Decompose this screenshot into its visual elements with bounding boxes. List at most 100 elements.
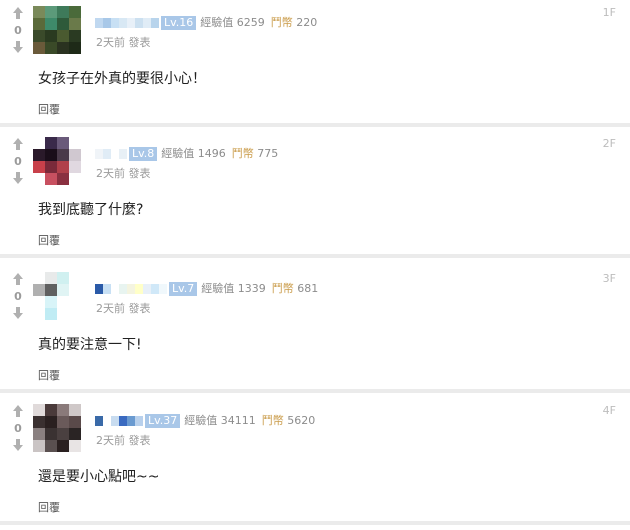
comment-text: 女孩子在外真的要很小心！	[38, 71, 206, 87]
vote-count: 0	[14, 290, 22, 303]
avatar-pixel	[69, 296, 81, 308]
avatar-pixel	[33, 308, 45, 320]
avatar-pixel	[33, 18, 45, 30]
avatar-pixel	[33, 272, 45, 284]
avatar-pixel	[45, 440, 57, 452]
username-blurred[interactable]	[95, 18, 159, 28]
avatar-pixel	[45, 149, 57, 161]
exp-value: 6259	[236, 16, 265, 29]
downvote-arrow-icon[interactable]	[9, 438, 27, 454]
exp-value: 1496	[197, 147, 226, 160]
username-blur-pixel	[127, 18, 135, 28]
username-blur-pixel	[103, 18, 111, 28]
downvote-arrow-icon[interactable]	[9, 306, 27, 322]
avatar[interactable]	[33, 272, 81, 320]
avatar-pixel	[45, 30, 57, 42]
vote-count: 0	[14, 155, 22, 168]
post-time-ago: 2天前	[96, 302, 125, 315]
avatar[interactable]	[33, 137, 81, 185]
avatar[interactable]	[33, 404, 81, 452]
level-badge: Lv.16	[161, 16, 197, 30]
username-blur-pixel	[119, 18, 127, 28]
comment-separator	[0, 521, 630, 525]
vote-control: 0	[9, 137, 27, 187]
avatar-pixel	[57, 308, 69, 320]
avatar-pixel	[45, 404, 57, 416]
exp-label: 經驗值	[200, 16, 234, 29]
avatar-pixel	[45, 308, 57, 320]
avatar-pixel	[57, 428, 69, 440]
username-blur-pixel	[159, 284, 167, 294]
username-blur-pixel	[95, 284, 103, 294]
comment-text: 還是要小心點吧~~	[38, 469, 160, 485]
comment-separator	[0, 123, 630, 127]
comment-thread: 0 Lv.16 經驗值 6259 鬥幣 220 2天前 發表 1F 女孩子在外真的要很小心！…	[0, 0, 630, 530]
username-blur-pixel	[103, 284, 111, 294]
downvote-arrow-icon[interactable]	[9, 171, 27, 187]
avatar-pixel	[33, 428, 45, 440]
upvote-arrow-icon[interactable]	[9, 137, 27, 153]
exp-value: 34111	[220, 414, 256, 427]
avatar-pixel	[69, 416, 81, 428]
avatar-pixel	[33, 30, 45, 42]
upvote-arrow-icon[interactable]	[9, 404, 27, 420]
comment-item: 0 Lv.8 經驗值 1496 鬥幣 775 2天前 發表 2F 我到底聽了什麼? 回覆	[0, 131, 630, 258]
reply-button[interactable]: 回覆	[38, 367, 60, 383]
username-blur-pixel	[95, 18, 103, 28]
user-meta: Lv.7 經驗值 1339 鬥幣 681	[95, 280, 318, 296]
post-time-ago: 2天前	[96, 434, 125, 447]
avatar-pixel	[57, 296, 69, 308]
username-blur-pixel	[119, 416, 127, 426]
coin-value: 775	[257, 147, 279, 160]
avatar-pixel	[69, 308, 81, 320]
level-badge: Lv.37	[145, 414, 181, 428]
coin-value: 681	[297, 282, 319, 295]
comment-separator	[0, 254, 630, 258]
avatar-pixel	[57, 18, 69, 30]
username-blurred[interactable]	[95, 416, 143, 426]
avatar-pixel	[57, 440, 69, 452]
avatar-pixel	[57, 284, 69, 296]
coin-label: 鬥幣	[231, 147, 254, 160]
avatar-pixel	[33, 416, 45, 428]
username-blurred[interactable]	[95, 284, 167, 294]
reply-button[interactable]: 回覆	[38, 101, 60, 117]
vote-count: 0	[14, 422, 22, 435]
reply-button[interactable]: 回覆	[38, 232, 60, 248]
avatar-pixel	[45, 18, 57, 30]
username-blur-pixel	[119, 284, 127, 294]
avatar[interactable]	[33, 6, 81, 54]
avatar-pixel	[69, 284, 81, 296]
post-label: 發表	[128, 167, 151, 180]
avatar-pixel	[69, 173, 81, 185]
reply-button[interactable]: 回覆	[38, 499, 60, 515]
downvote-arrow-icon[interactable]	[9, 40, 27, 56]
avatar-pixel	[57, 404, 69, 416]
exp-label: 經驗值	[161, 147, 195, 160]
avatar-pixel	[69, 428, 81, 440]
avatar-pixel	[45, 161, 57, 173]
username-blur-pixel	[95, 416, 103, 426]
avatar-pixel	[57, 6, 69, 18]
avatar-pixel	[69, 149, 81, 161]
avatar-pixel	[33, 161, 45, 173]
username-blur-pixel	[119, 149, 127, 159]
upvote-arrow-icon[interactable]	[9, 6, 27, 22]
avatar-pixel	[45, 284, 57, 296]
floor-number: 2F	[602, 137, 616, 150]
exp-label: 經驗值	[201, 282, 235, 295]
avatar-pixel	[33, 296, 45, 308]
avatar-pixel	[57, 137, 69, 149]
username-blurred[interactable]	[95, 149, 127, 159]
avatar-pixel	[57, 149, 69, 161]
coin-value: 220	[296, 16, 318, 29]
upvote-arrow-icon[interactable]	[9, 272, 27, 288]
avatar-pixel	[33, 149, 45, 161]
user-meta: Lv.16 經驗值 6259 鬥幣 220	[95, 14, 317, 30]
level-badge: Lv.8	[129, 147, 158, 161]
comment-item: 0 Lv.16 經驗值 6259 鬥幣 220 2天前 發表 1F 女孩子在外真的要很小心！…	[0, 0, 630, 127]
avatar-pixel	[57, 173, 69, 185]
floor-number: 3F	[602, 272, 616, 285]
exp-value: 1339	[237, 282, 266, 295]
username-blur-pixel	[143, 284, 151, 294]
